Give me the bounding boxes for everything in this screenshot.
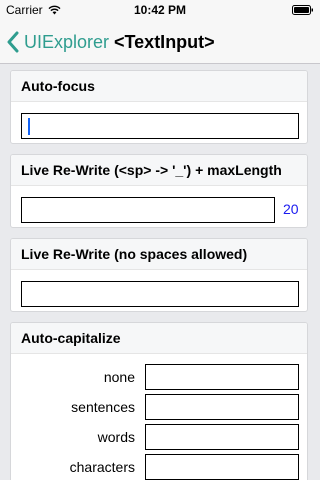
remaining-characters-count: 20 [283, 201, 299, 217]
live-rewrite-input[interactable] [21, 197, 275, 223]
battery-icon [292, 5, 313, 15]
status-time: 10:42 PM [133, 3, 187, 17]
chevron-left-icon [7, 31, 19, 53]
autocapitalize-words-label: words [97, 429, 135, 445]
page-title: <TextInput> [114, 32, 215, 52]
text-caret [28, 118, 30, 135]
no-spaces-input[interactable] [21, 281, 299, 307]
autocapitalize-section-title: Auto-capitalize [11, 323, 307, 354]
autofocus-section-title: Auto-focus [11, 71, 307, 102]
autocapitalize-sentences-label: sentences [71, 399, 135, 415]
autocapitalize-sentences-input[interactable] [145, 394, 299, 420]
no-spaces-section-title: Live Re-Write (no spaces allowed) [11, 239, 307, 270]
autocapitalize-characters-label: characters [69, 459, 135, 475]
autocapitalize-none-label: none [103, 369, 135, 385]
back-button[interactable]: UIExplorer [6, 20, 109, 64]
autocapitalize-characters-input[interactable] [145, 454, 299, 480]
live-rewrite-section-title: Live Re-Write (<sp> -> '_') + maxLength [11, 155, 307, 186]
autocapitalize-none-input[interactable] [145, 364, 299, 390]
autocapitalize-words-input[interactable] [145, 424, 299, 450]
status-bar: Carrier 10:42 PM [0, 0, 320, 20]
autofocus-input[interactable] [21, 113, 299, 139]
autocapitalize-section: Auto-capitalize none sentences words cha… [10, 322, 308, 480]
navigation-bar: UIExplorer <TextInput> [0, 20, 320, 64]
no-spaces-section: Live Re-Write (no spaces allowed) [10, 238, 308, 312]
content-scroll-area[interactable]: Auto-focus Live Re-Write (<sp> -> '_') +… [0, 64, 320, 480]
back-button-label: UIExplorer [24, 31, 110, 52]
live-rewrite-section: Live Re-Write (<sp> -> '_') + maxLength … [10, 154, 308, 228]
autofocus-section: Auto-focus [10, 70, 308, 144]
